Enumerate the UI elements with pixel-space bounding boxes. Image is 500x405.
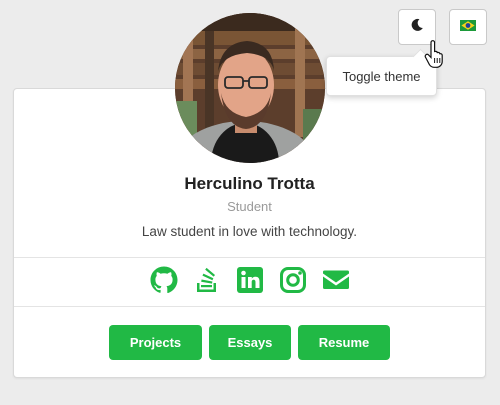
email-icon <box>321 265 351 295</box>
toggle-theme-tooltip: Toggle theme <box>326 56 437 96</box>
linkedin-icon <box>235 265 265 295</box>
divider <box>14 257 485 258</box>
hand-cursor-icon <box>424 40 446 73</box>
linkedin-link[interactable] <box>235 265 265 295</box>
instagram-link[interactable] <box>278 265 308 295</box>
resume-button[interactable]: Resume <box>298 325 390 360</box>
moon-icon <box>410 18 424 37</box>
profile-bio: Law student in love with technology. <box>141 224 358 239</box>
profile-name: Herculino Trotta <box>184 174 315 193</box>
divider <box>14 306 485 307</box>
stackoverflow-icon <box>192 265 222 295</box>
social-links <box>14 265 485 295</box>
language-button[interactable] <box>449 9 487 45</box>
instagram-icon <box>278 265 308 295</box>
avatar <box>175 13 325 163</box>
email-link[interactable] <box>321 265 351 295</box>
stackoverflow-link[interactable] <box>192 265 222 295</box>
essays-button[interactable]: Essays <box>209 325 291 360</box>
projects-button[interactable]: Projects <box>109 325 202 360</box>
github-link[interactable] <box>149 265 179 295</box>
action-buttons: Projects Essays Resume <box>14 325 485 360</box>
github-icon <box>149 265 179 295</box>
brazil-flag-icon <box>460 18 476 36</box>
profile-role: Student <box>227 199 272 214</box>
tooltip-text: Toggle theme <box>342 68 421 84</box>
